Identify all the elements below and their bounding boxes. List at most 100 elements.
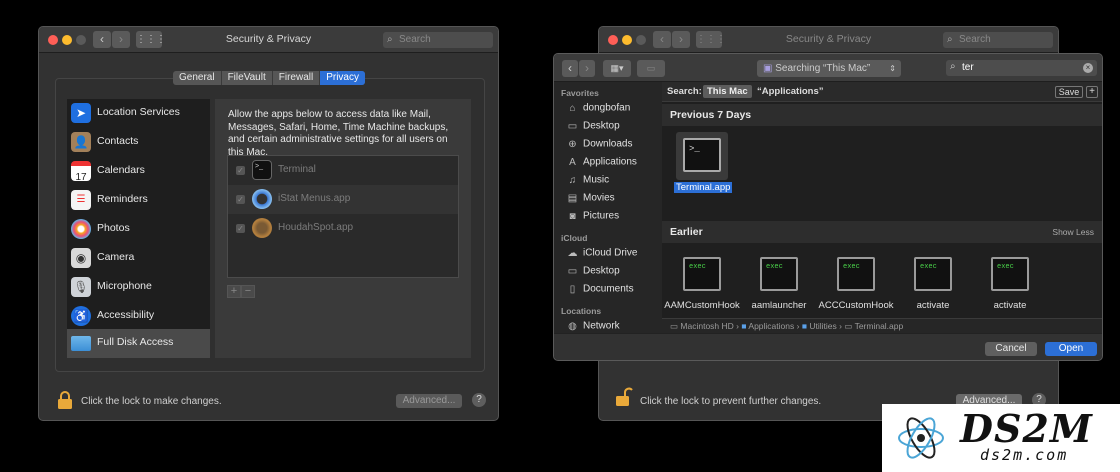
- dialog-toolbar: ‹ › ▦▾ ▭ ▣ Searching “This Mac” ⇕ ⌕ ter …: [554, 54, 1102, 82]
- file-label[interactable]: aamlauncher: [739, 300, 819, 311]
- app-checkbox[interactable]: ✓: [236, 166, 245, 175]
- sidebar-item-photos[interactable]: Photos: [67, 215, 210, 244]
- tab-filevault[interactable]: FileVault: [222, 71, 273, 85]
- remove-app-button[interactable]: −: [241, 285, 255, 298]
- advanced-button[interactable]: Advanced...: [396, 394, 462, 408]
- new-folder-icon[interactable]: ▭: [637, 60, 665, 77]
- search-value: ter: [962, 62, 974, 73]
- tab-general[interactable]: General: [173, 71, 222, 85]
- tab-privacy[interactable]: Privacy: [320, 71, 365, 85]
- sidebar-item-location-services[interactable]: ➤ Location Services: [67, 99, 210, 128]
- terminal-icon: >_: [252, 160, 272, 180]
- path-item[interactable]: Terminal.app: [855, 321, 904, 331]
- sidebar-item-label: Location Services: [97, 106, 180, 118]
- app-row-terminal[interactable]: ✓ >_ Terminal: [228, 156, 458, 185]
- exec-file-icon[interactable]: exec: [760, 257, 798, 291]
- sidebar-item-applications[interactable]: A Applications: [566, 156, 637, 170]
- search-scope-bar: Search: This Mac “Applications” Save +: [662, 82, 1102, 102]
- favorites-header: Favorites: [561, 88, 599, 98]
- sidebar-item-movies[interactable]: ▤ Movies: [566, 192, 615, 206]
- terminal-icon: ▭: [844, 321, 855, 331]
- sidebar-item-downloads[interactable]: ⊕ Downloads: [566, 138, 632, 152]
- add-criteria-button[interactable]: +: [1086, 86, 1098, 98]
- scope-applications-button[interactable]: “Applications”: [757, 86, 824, 97]
- add-app-button[interactable]: +: [227, 285, 241, 298]
- home-icon: ⌂: [569, 102, 576, 114]
- sidebar-item-contacts[interactable]: 👤 Contacts: [67, 128, 210, 157]
- watermark: DS2M ds2m.com: [882, 404, 1120, 472]
- istat-menus-icon: [252, 189, 272, 209]
- terminal-app-icon[interactable]: >_: [683, 138, 721, 172]
- open-button[interactable]: Open: [1045, 342, 1097, 356]
- dialog-search-field[interactable]: ⌕ ter ×: [946, 60, 1097, 76]
- sidebar-item-camera[interactable]: ◉ Camera: [67, 244, 210, 273]
- sidebar-item-calendars[interactable]: 17 Calendars: [67, 157, 210, 186]
- app-checkbox[interactable]: ✓: [236, 224, 245, 233]
- watermark-url: ds2m.com: [980, 446, 1069, 464]
- exec-file-icon[interactable]: exec: [914, 257, 952, 291]
- clear-search-icon[interactable]: ×: [1083, 63, 1093, 73]
- path-item[interactable]: Applications: [748, 321, 794, 331]
- back-button[interactable]: ‹: [562, 60, 578, 77]
- location-icon: ➤: [71, 103, 91, 123]
- cloud-icon: ☁: [567, 247, 578, 259]
- sidebar-item-accessibility[interactable]: ♿ Accessibility: [67, 302, 210, 331]
- documents-icon: ▯: [569, 283, 576, 295]
- unlocked-lock-icon[interactable]: [615, 386, 633, 408]
- sidebar-item-microphone[interactable]: 🎙 Microphone: [67, 273, 210, 302]
- file-label[interactable]: AAMCustomHook: [662, 300, 742, 311]
- icloud-header: iCloud: [561, 233, 588, 243]
- sidebar-item-label: Contacts: [97, 135, 139, 147]
- section-earlier: Earlier Show Less: [662, 221, 1102, 243]
- save-search-button[interactable]: Save: [1055, 86, 1083, 98]
- app-row-houdahspot[interactable]: ✓ HoudahSpot.app: [228, 214, 458, 243]
- movies-icon: ▤: [567, 192, 578, 204]
- search-field[interactable]: ⌕ Search: [943, 32, 1053, 48]
- path-item[interactable]: Utilities: [809, 321, 836, 331]
- sidebar-item-network[interactable]: ◍ Network: [566, 320, 620, 334]
- sidebar-item-icloud-desktop[interactable]: ▭ Desktop: [566, 265, 620, 279]
- forward-button[interactable]: ›: [579, 60, 595, 77]
- file-label[interactable]: activate: [970, 300, 1050, 311]
- sidebar-item-icloud-drive[interactable]: ☁ iCloud Drive: [566, 247, 638, 261]
- security-privacy-window: ‹ › ⋮⋮⋮ Security & Privacy ⌕ Search Gene…: [38, 26, 499, 421]
- pane-description: Allow the apps below to access data like…: [228, 109, 449, 158]
- desktop-icon: ▭: [567, 265, 578, 277]
- show-less-link[interactable]: Show Less: [1052, 221, 1094, 243]
- file-label[interactable]: activate: [893, 300, 973, 311]
- search-icon: ⌕: [947, 34, 953, 45]
- sidebar-item-reminders[interactable]: ☰ Reminders: [67, 186, 210, 215]
- search-field[interactable]: ⌕ Search: [383, 32, 493, 48]
- sidebar-item-pictures[interactable]: ◙ Pictures: [566, 210, 619, 224]
- app-row-istat-menus[interactable]: ✓ iStat Menus.app: [228, 185, 458, 214]
- exec-file-icon[interactable]: exec: [991, 257, 1029, 291]
- view-options-icon[interactable]: ▦▾: [603, 60, 631, 77]
- help-button[interactable]: ?: [472, 393, 486, 407]
- sidebar-item-dongbofan[interactable]: ⌂ dongbofan: [566, 102, 630, 116]
- sidebar-item-documents[interactable]: ▯ Documents: [566, 283, 634, 297]
- sidebar-item-label: Photos: [97, 222, 130, 234]
- accessibility-icon: ♿: [71, 306, 91, 326]
- tab-firewall[interactable]: Firewall: [273, 71, 321, 85]
- watermark-logo-text: DS2M: [960, 406, 1093, 451]
- file-label[interactable]: ACCCustomHook: [816, 300, 896, 311]
- terminal-app-label[interactable]: Terminal.app: [674, 182, 733, 193]
- exec-file-icon[interactable]: exec: [683, 257, 721, 291]
- location-popup-label: Searching “This Mac”: [775, 63, 871, 74]
- houdahspot-icon: [252, 218, 272, 238]
- app-name: Terminal: [278, 164, 316, 175]
- sidebar-item-full-disk-access[interactable]: Full Disk Access: [67, 329, 210, 358]
- scope-this-mac-button[interactable]: This Mac: [703, 85, 752, 98]
- lock-icon[interactable]: [57, 390, 73, 410]
- location-popup[interactable]: ▣ Searching “This Mac” ⇕: [757, 60, 901, 77]
- applications-icon: A: [569, 156, 576, 168]
- path-item[interactable]: Macintosh HD: [680, 321, 733, 331]
- app-checkbox[interactable]: ✓: [236, 195, 245, 204]
- sidebar-item-music[interactable]: ♫ Music: [566, 174, 609, 188]
- sidebar-item-label: Calendars: [97, 164, 145, 176]
- cancel-button[interactable]: Cancel: [985, 342, 1037, 356]
- sidebar-item-desktop[interactable]: ▭ Desktop: [566, 120, 620, 134]
- search-placeholder: Search: [399, 34, 431, 45]
- exec-file-icon[interactable]: exec: [837, 257, 875, 291]
- downloads-icon: ⊕: [568, 138, 577, 150]
